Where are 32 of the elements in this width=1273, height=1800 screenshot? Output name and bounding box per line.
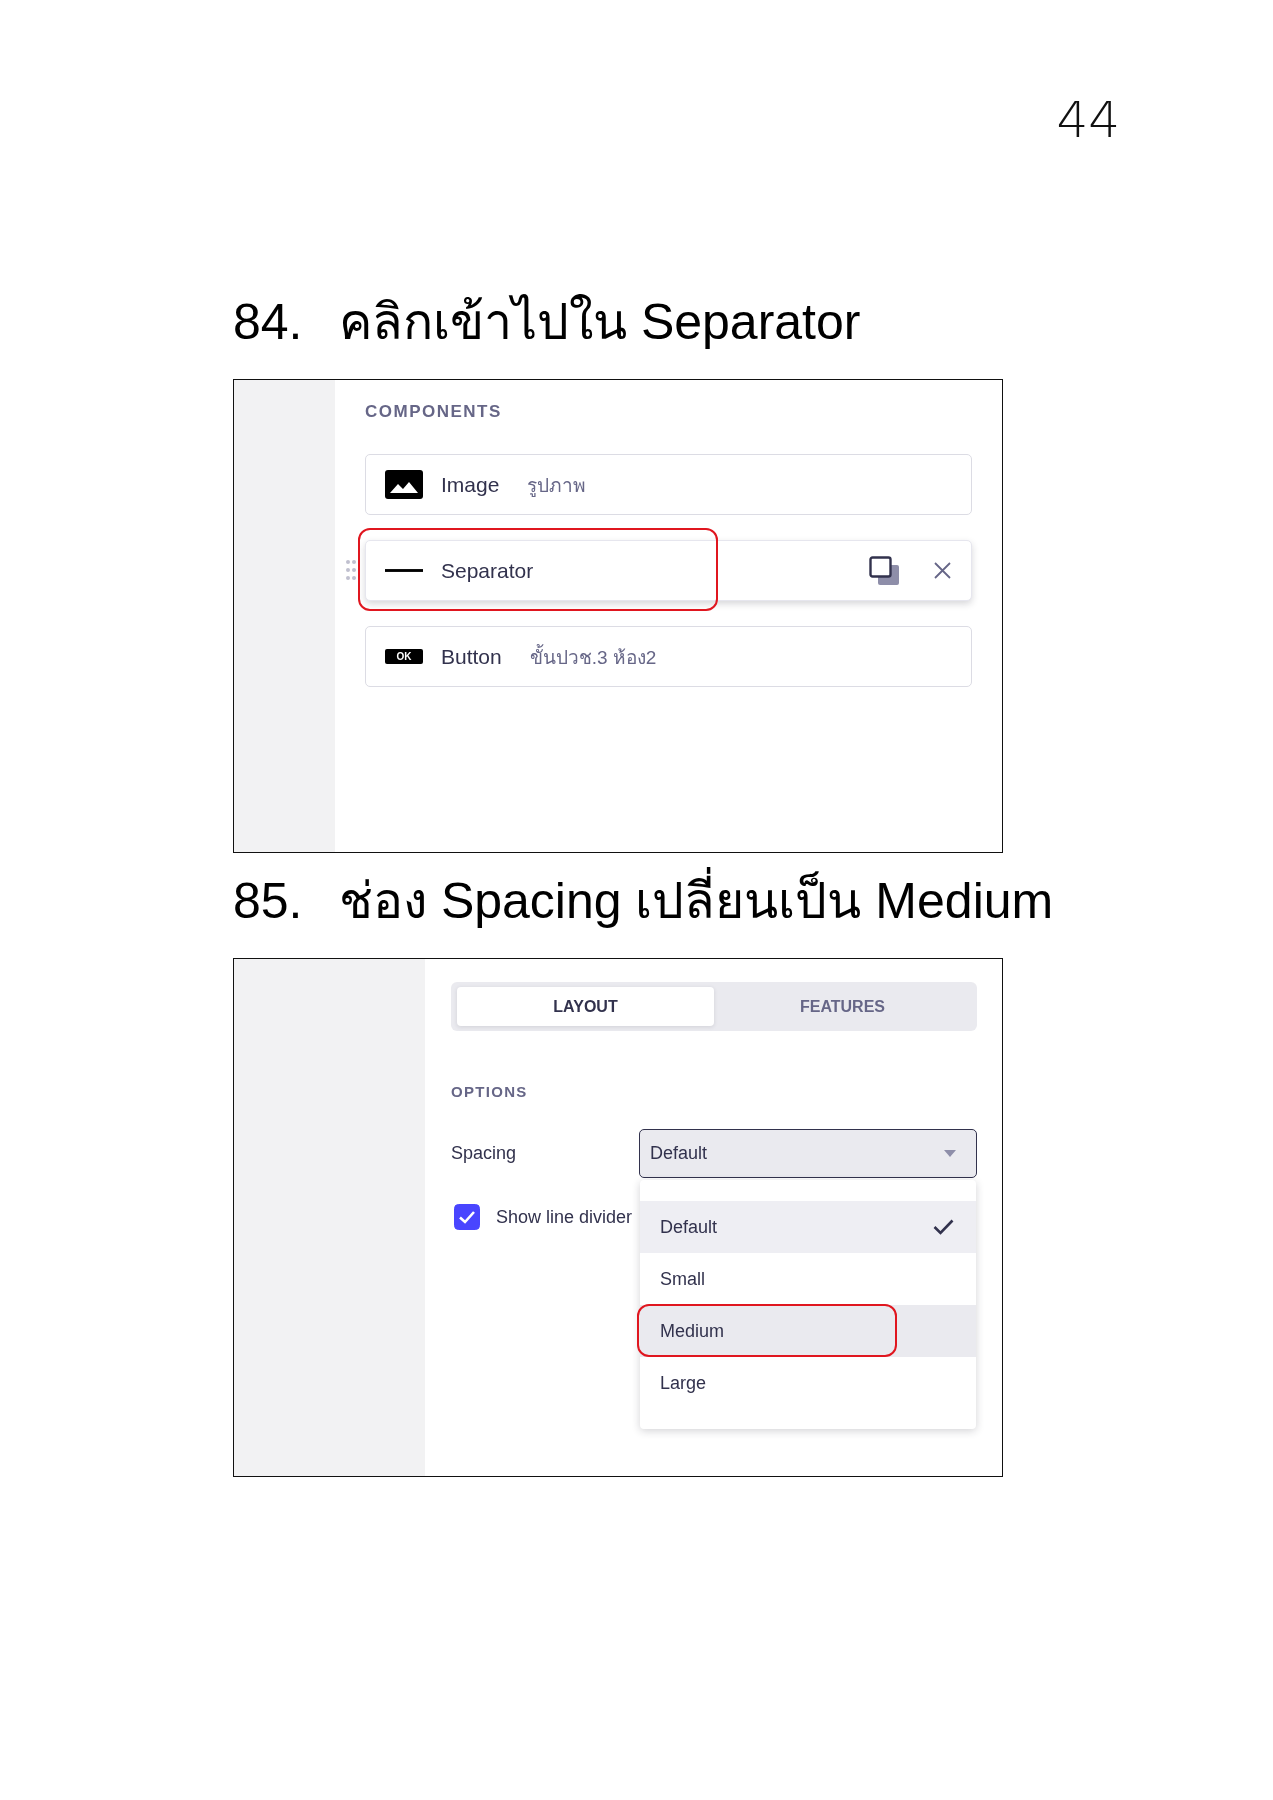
menu-option[interactable]: Default — [640, 1201, 976, 1253]
step-number: 84. — [233, 293, 304, 352]
component-card[interactable]: Separator — [365, 540, 972, 601]
check-icon — [933, 1219, 954, 1235]
tab[interactable]: FEATURES — [714, 987, 971, 1026]
tab[interactable]: LAYOUT — [457, 987, 714, 1026]
caret-down-icon — [944, 1150, 956, 1157]
spacing-select[interactable]: Default — [639, 1129, 977, 1178]
step-number: 85. — [233, 872, 304, 931]
menu-option[interactable]: Small — [640, 1253, 976, 1305]
component-name: Button — [441, 644, 502, 669]
checkbox[interactable] — [454, 1204, 480, 1230]
drag-handle-icon[interactable] — [346, 560, 356, 580]
menu-option[interactable]: Medium — [640, 1305, 976, 1357]
component-name: Image — [441, 472, 500, 497]
component-value: รูปภาพ — [527, 473, 587, 499]
field-label: Spacing — [451, 1143, 518, 1164]
component-name: Separator — [441, 558, 534, 583]
menu-option[interactable]: Large — [640, 1357, 976, 1409]
checkbox-label: Show line divider — [496, 1206, 633, 1228]
duplicate-icon[interactable] — [869, 555, 900, 586]
section-heading: COMPONENTS — [365, 402, 503, 422]
section-heading: OPTIONS — [451, 1082, 529, 1102]
component-card[interactable]: Image รูปภาพ — [365, 454, 972, 515]
step-instruction: คลิกเข้าไปใน Separator — [339, 293, 861, 352]
horizontal-line-icon — [385, 569, 423, 572]
component-value: ขั้นปวช.3 ห้อง2 — [529, 643, 657, 670]
image-icon — [385, 470, 423, 499]
close-icon[interactable] — [934, 562, 951, 579]
component-card[interactable]: OK Button ขั้นปวช.3 ห้อง2 — [365, 626, 972, 687]
page-number: 44 — [1056, 90, 1120, 150]
ok-badge: OK — [385, 649, 423, 664]
